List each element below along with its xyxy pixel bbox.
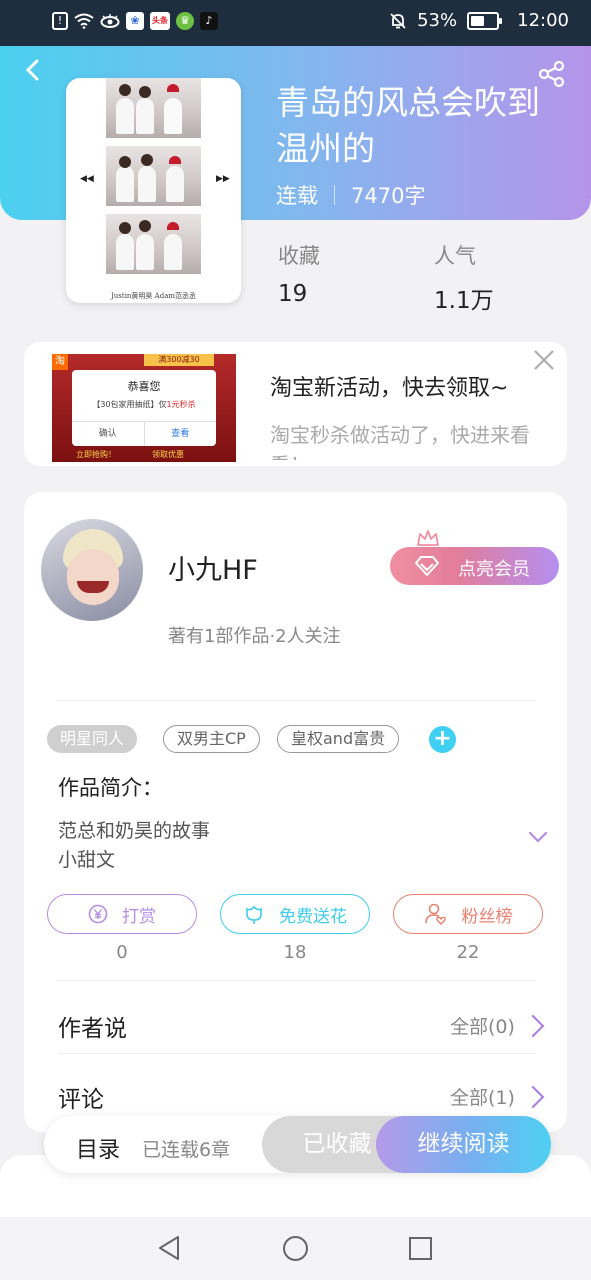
book-cover[interactable]: ◀◀ ▶▶ Justin黄明昊 Adam范丞丞 [66, 78, 241, 303]
nav-home-icon[interactable] [282, 1235, 309, 1262]
rewind-icon: ◀◀ [80, 174, 94, 184]
comments-label[interactable]: 评论 [58, 1080, 104, 1114]
chevron-right-icon [521, 1085, 545, 1108]
comments-all-link[interactable]: 全部(1) [450, 1083, 545, 1110]
fan-ranking-button[interactable]: 粉丝榜 [393, 894, 543, 934]
author-notes-label[interactable]: 作者说 [58, 1009, 127, 1043]
ad-image: 淘 满300减30 恭喜您 【30包家用抽纸】仅1元秒杀 确认 查看 立即抢购！… [52, 354, 236, 462]
battery-percent: 53% [417, 10, 458, 31]
vip-button[interactable]: 点亮会员 [390, 547, 559, 585]
author-stats: 著有1部作品·2人关注 [168, 626, 341, 647]
battery-icon [467, 11, 503, 30]
avatar-face [67, 549, 119, 605]
intro-line: 范总和奶昊的故事 [58, 820, 211, 842]
ad-image-badge: 满300减30 [144, 354, 214, 366]
ad-dialog: 恭喜您 【30包家用抽纸】仅1元秒杀 确认 查看 [72, 370, 216, 446]
tag-item[interactable]: 双男主CP [163, 725, 260, 753]
intro-line: 小甜文 [58, 849, 116, 871]
baidu-app-icon: ❀ [126, 12, 144, 30]
author-notes-all-link[interactable]: 全部(0) [450, 1012, 545, 1039]
yen-coin-icon [88, 904, 108, 924]
close-icon [534, 350, 554, 370]
divider [58, 700, 536, 701]
clock: 12:00 [517, 10, 569, 31]
taobao-logo: 淘 [52, 354, 68, 370]
ad-image-footer: 领取优惠 [152, 450, 184, 459]
send-flower-label: 免费送花 [279, 906, 347, 927]
cover-photo [106, 146, 201, 206]
ad-image-footer: 立即抢购！ [76, 450, 116, 459]
flower-icon [246, 905, 262, 924]
status-right: 53% 12:00 [389, 10, 569, 31]
vip-label: 点亮会员 [458, 559, 530, 580]
nav-back-icon[interactable] [156, 1234, 182, 1262]
fan-ranking-label: 粉丝榜 [461, 906, 513, 927]
wechat-app-icon: ♛ [176, 12, 194, 30]
tag-item[interactable]: 皇权and富贵 [277, 725, 400, 753]
reward-count: 0 [116, 942, 128, 963]
plus-icon: + [433, 726, 452, 751]
intro-label: 作品简介： [58, 776, 163, 800]
nav-recents-icon[interactable] [408, 1236, 433, 1261]
book-title: 青岛的风总会吹到温州的 [276, 83, 540, 168]
ad-dialog-text: 【30包家用抽纸】仅1元秒杀 [92, 400, 196, 409]
tiktok-app-icon: ♪ [200, 12, 218, 30]
ad-dialog-view: 查看 [171, 429, 190, 439]
ad-dialog-title: 恭喜您 [127, 380, 161, 393]
avatar[interactable] [41, 519, 143, 621]
favorites-value: 19 [278, 281, 308, 307]
status-bar: ! ❀ 头条 ♛ ♪ 53% 12:00 [0, 0, 591, 46]
cover-caption: Justin黄明昊 Adam范丞丞 [110, 292, 197, 300]
continue-reading-button[interactable]: 继续阅读 [376, 1116, 551, 1173]
status-icons: ! ❀ 头条 ♛ ♪ [52, 12, 218, 30]
comments-count: 全部(1) [450, 1087, 515, 1109]
crown-icon [417, 530, 439, 546]
author-name[interactable]: 小九HF [168, 548, 258, 587]
meta-divider [334, 185, 335, 205]
send-flower-button[interactable]: 免费送花 [220, 894, 370, 934]
fast-forward-icon: ▶▶ [216, 174, 230, 184]
popularity-label: 人气 [434, 244, 476, 268]
popularity-value: 1.1万 [434, 288, 494, 314]
reward-button[interactable]: 打赏 [47, 894, 197, 934]
toc-button[interactable]: 目录 [76, 1132, 120, 1164]
chevron-left-icon [25, 59, 39, 81]
chevron-down-icon [528, 831, 548, 843]
alert-icon: ! [52, 12, 68, 30]
user-heart-icon [424, 903, 446, 925]
ad-dialog-confirm: 确认 [72, 422, 145, 446]
close-ad-button[interactable] [531, 348, 557, 374]
chevron-right-icon [521, 1014, 545, 1037]
cover-photo [106, 78, 201, 138]
mute-icon [390, 12, 406, 29]
expand-intro-button[interactable] [527, 826, 549, 848]
favorites-label: 收藏 [278, 244, 320, 268]
fan-count: 22 [456, 942, 480, 963]
ad-title[interactable]: 淘宝新活动，快去领取~ [270, 370, 508, 402]
serial-status: 连载 [276, 184, 318, 208]
add-tag-button[interactable]: + [429, 726, 456, 753]
eye-icon [100, 14, 120, 28]
divider [58, 1053, 536, 1054]
back-button[interactable] [22, 58, 46, 82]
wifi-icon [74, 13, 94, 29]
chapter-count: 已连载6章 [142, 1139, 231, 1161]
word-count: 7470字 [351, 184, 426, 208]
reward-label: 打赏 [122, 906, 156, 927]
toutiao-app-icon: 头条 [150, 12, 170, 30]
ad-subtitle: 淘宝秒杀做活动了，快进来看看！ [270, 423, 530, 460]
cover-photo [106, 214, 201, 274]
author-notes-count: 全部(0) [450, 1016, 515, 1038]
flower-count: 18 [283, 942, 307, 963]
system-nav-bar [0, 1217, 591, 1280]
tag-item[interactable]: 明星同人 [47, 725, 138, 753]
diamond-icon [415, 556, 439, 576]
divider [58, 980, 536, 981]
intro-text: 范总和奶昊的故事 小甜文 [58, 817, 210, 875]
book-meta: 连载 7470字 [276, 180, 425, 210]
